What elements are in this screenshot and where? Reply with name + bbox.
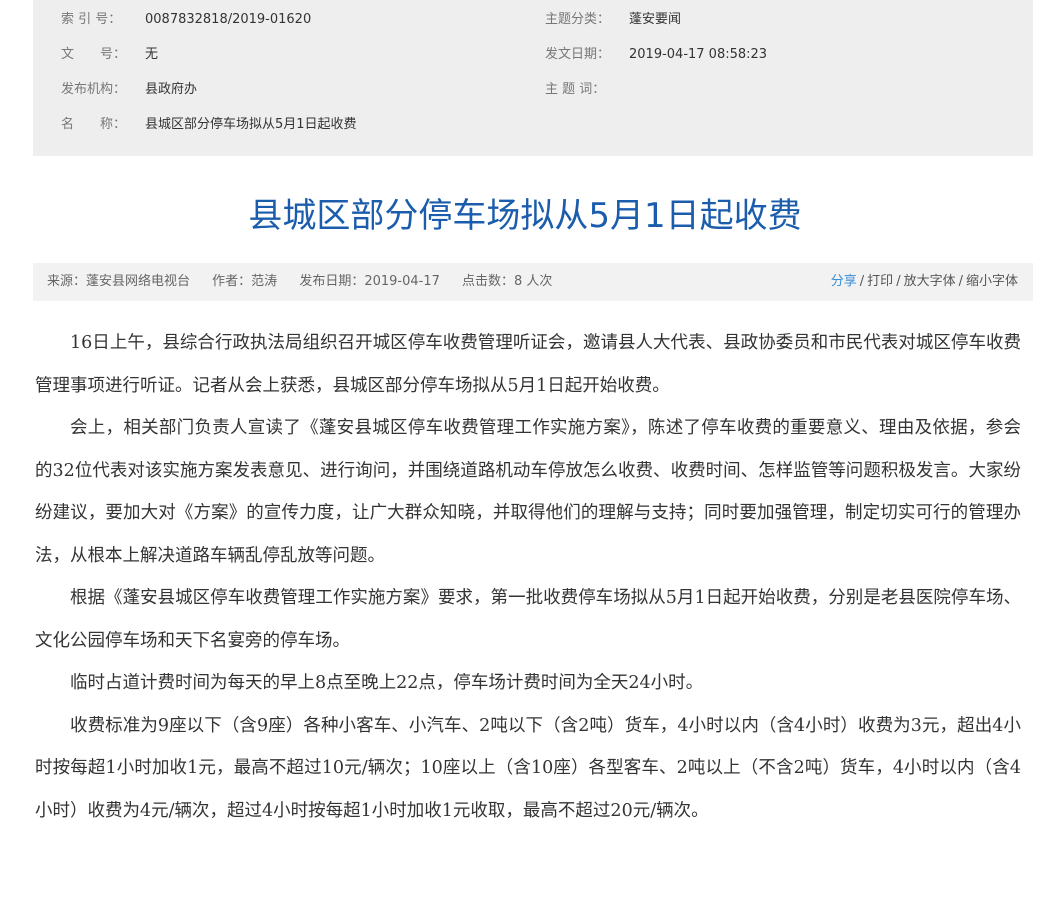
meta-name-value: 县城区部分停车场拟从5月1日起收费 [145,117,357,132]
article-body: 16日上午，县综合行政执法局组织召开城区停车收费管理听证会，邀请县人大代表、县政… [35,322,1021,832]
meta-docno-value: 无 [145,47,159,62]
meta-keywords-label: 主 题 词： [545,82,606,97]
article-info-left: 来源：蓬安县网络电视台 作者：范涛 发布日期：2019-04-17 点击数：8 … [47,263,570,301]
document-metadata-panel: 索 引 号： 0087832818/2019-01620 主题分类： 蓬安要闻 文 … [33,0,1033,156]
meta-category-value: 蓬安要闻 [629,12,682,27]
article-hits: 点击数：8 人次 [462,274,553,289]
article-title: 县城区部分停车场拟从5月1日起收费 [248,196,802,236]
action-separator: / [859,274,865,289]
article-paragraph: 根据《蓬安县城区停车收费管理工作实施方案》要求，第一批收费停车场拟从5月1日起开… [35,588,1021,651]
print-link[interactable]: 打印 [867,274,893,289]
meta-date-row: 发文日期： 2019-04-17 08:58:23 [545,45,767,65]
article-paragraph: 会上，相关部门负责人宣读了《蓬安县城区停车收费管理工作实施方案》，陈述了停车收费… [35,418,1021,566]
meta-date-label: 发文日期： [545,47,611,62]
meta-index-value: 0087832818/2019-01620 [145,12,312,27]
meta-index-row: 索 引 号： 0087832818/2019-01620 [61,10,311,30]
article-info-bar: 来源：蓬安县网络电视台 作者：范涛 发布日期：2019-04-17 点击数：8 … [33,263,1033,301]
article-source: 来源：蓬安县网络电视台 [47,274,191,289]
meta-name-label: 名 称： [61,117,127,132]
meta-org-value: 县政府办 [145,82,198,97]
meta-name-row: 名 称： 县城区部分停车场拟从5月1日起收费 [61,115,357,135]
article-author: 作者：范涛 [212,274,278,289]
meta-index-label: 索 引 号： [61,12,122,27]
meta-org-label: 发布机构： [61,82,127,97]
meta-org-row: 发布机构： 县政府办 [61,80,197,100]
meta-keywords-row: 主 题 词： [545,80,629,100]
article-paragraph: 临时占道计费时间为每天的早上8点至晚上22点，停车场计费时间为全天24小时。 [70,673,704,693]
article-publish-date: 发布日期：2019-04-17 [299,274,440,289]
shrink-font-link[interactable]: 缩小字体 [966,274,1018,289]
meta-docno-row: 文 号： 无 [61,45,158,65]
article-paragraph: 收费标准为9座以下（含9座）各种小客车、小汽车、2吨以下（含2吨）货车，4小时以… [35,715,1021,821]
meta-category-label: 主题分类： [545,12,611,27]
meta-docno-label: 文 号： [61,47,127,62]
meta-category-row: 主题分类： 蓬安要闻 [545,10,681,30]
meta-date-value: 2019-04-17 08:58:23 [629,47,768,62]
article-paragraph: 16日上午，县综合行政执法局组织召开城区停车收费管理听证会，邀请县人大代表、县政… [35,333,1021,396]
share-link[interactable]: 分享 [831,274,857,289]
action-separator: / [896,274,901,289]
action-separator: / [958,274,963,289]
enlarge-font-link[interactable]: 放大字体 [904,274,956,289]
article-actions: 分享 / 打印 / 放大字体 / 缩小字体 [831,263,1018,301]
